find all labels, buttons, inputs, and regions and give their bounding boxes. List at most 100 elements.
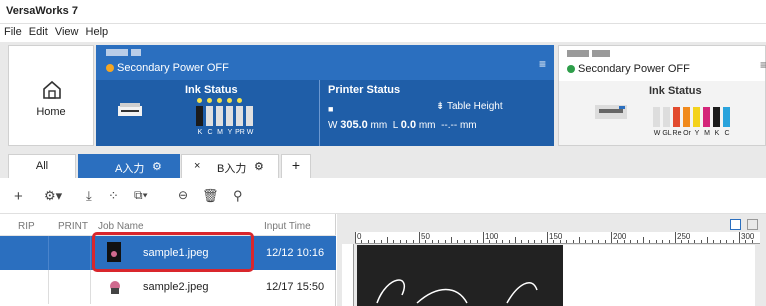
queue-settings-icon[interactable]: ⚙ <box>254 160 264 173</box>
job-settings-icon[interactable]: ⚙▾ <box>44 188 62 204</box>
ruler-tick <box>534 240 536 243</box>
printer-area: Home Secondary Power OFF ≡ Ink Status K … <box>0 42 766 147</box>
ruler-tick <box>451 237 452 243</box>
menu-help[interactable]: Help <box>86 26 109 38</box>
home-button[interactable]: Home <box>8 45 94 146</box>
table-height: ⇟ Table Height <box>436 101 503 112</box>
ruler-tick <box>521 240 523 243</box>
printer-status-title: Printer Status <box>328 84 401 96</box>
ruler-tick <box>719 240 721 243</box>
job-preview: 0 50 100 150 200 250 300 <box>337 214 766 306</box>
ink-label: M <box>704 130 710 137</box>
ruler-tick <box>515 237 516 243</box>
ink-label: GL <box>662 130 672 137</box>
layout-icon[interactable]: ⧉▾ <box>134 188 148 203</box>
ruler-tick <box>431 240 433 243</box>
printer-card-1[interactable]: Secondary Power OFF ≡ Ink Status K C M Y… <box>96 45 554 146</box>
vertical-ruler <box>342 244 354 306</box>
ruler-tick <box>636 240 638 243</box>
menu-bar: File Edit View Help <box>0 24 766 42</box>
job-toolbar: + ⚙▾ ⤓ ⁘ ⧉▾ ⊖ 🗑 ⚲ <box>0 178 766 214</box>
ruler-tick <box>732 240 734 243</box>
printer-model-redacted <box>592 50 610 57</box>
tab-a-input[interactable]: A入力 ⚙ <box>78 154 180 178</box>
ruler-tick <box>367 240 369 243</box>
ruler-tick <box>438 240 440 243</box>
job-list: RIP PRINT Job Name Input Time sample1.jp… <box>0 214 336 306</box>
rip-icon[interactable]: ⁘ <box>108 188 119 204</box>
ruler-tick <box>707 237 708 243</box>
ink-label: PR <box>235 129 245 136</box>
col-print[interactable]: PRINT <box>58 221 88 232</box>
ruler-tick <box>502 240 504 243</box>
menu-edit[interactable]: Edit <box>29 26 48 38</box>
add-queue-button[interactable]: + <box>281 154 311 178</box>
divider <box>319 80 320 146</box>
ruler-tick <box>387 237 388 243</box>
view-single-icon <box>729 219 741 230</box>
ruler-tick <box>547 232 548 243</box>
col-input-time[interactable]: Input Time <box>264 221 311 232</box>
ruler-tick <box>713 240 715 243</box>
home-icon <box>43 80 61 99</box>
media-icon: ■ <box>328 104 334 114</box>
table-height-icon: ⇟ <box>436 101 445 112</box>
view-toggle[interactable] <box>727 219 758 233</box>
ink-label: K <box>197 129 203 136</box>
table-row[interactable]: sample2.jpeg 12/17 15:50 <box>0 270 336 304</box>
queue-settings-icon[interactable]: ⚙ <box>152 160 162 173</box>
printer-menu-icon[interactable]: ≡ <box>760 58 766 72</box>
ink-label: Re <box>672 130 682 137</box>
search-icon[interactable]: ⚲ <box>233 188 243 204</box>
printer-menu-icon[interactable]: ≡ <box>539 57 546 71</box>
ruler-tick <box>739 232 740 243</box>
ruler-tick <box>406 240 408 243</box>
media-area <box>563 245 755 306</box>
print-preview-image <box>357 245 563 306</box>
printer-name-redacted <box>567 50 589 57</box>
menu-view[interactable]: View <box>55 26 79 38</box>
download-icon[interactable]: ⤓ <box>86 188 92 204</box>
tab-b-input[interactable]: × B入力 ⚙ <box>181 154 279 178</box>
ruler-tick <box>419 232 420 243</box>
ruler-tick <box>374 240 376 243</box>
power-ok-icon <box>567 65 575 73</box>
printer-name-redacted <box>106 49 128 56</box>
ruler-tick <box>649 240 651 243</box>
ruler-label: 50 <box>421 232 430 241</box>
ink-label: W <box>653 130 661 137</box>
ruler-tick <box>630 240 632 243</box>
menu-file[interactable]: File <box>4 26 22 38</box>
ink-label: C <box>207 129 213 136</box>
ruler-tick <box>591 240 593 243</box>
add-job-icon[interactable]: + <box>14 188 23 205</box>
ruler-tick <box>598 240 600 243</box>
ruler-tick <box>540 240 542 243</box>
ruler-tick <box>579 237 580 243</box>
queue-tab-bar: All A入力 ⚙ × B入力 ⚙ + <box>0 147 766 178</box>
ruler-tick <box>393 240 395 243</box>
power-warning-icon <box>106 64 114 72</box>
ruler-label: 250 <box>677 232 691 241</box>
stop-icon[interactable]: ⊖ <box>178 188 188 202</box>
ruler-label: 300 <box>741 232 755 241</box>
tab-all[interactable]: All <box>8 154 76 178</box>
ink-label: W <box>246 129 254 136</box>
close-tab-icon[interactable]: × <box>194 160 200 172</box>
ruler-tick <box>399 240 401 243</box>
ink-label: Or <box>683 130 691 137</box>
ruler-tick <box>726 240 728 243</box>
job-thumbnail <box>107 276 123 296</box>
col-job-name[interactable]: Job Name <box>98 221 144 232</box>
ruler-tick <box>643 237 644 243</box>
printer-card-2[interactable]: Secondary Power OFF ≡ Ink Status W GL Re… <box>558 45 766 146</box>
ruler-tick <box>527 240 529 243</box>
ruler-tick <box>566 240 568 243</box>
col-rip[interactable]: RIP <box>18 221 35 232</box>
media-dimensions: W 305.0 mm L 0.0 mm --.-- mm <box>328 119 477 131</box>
ruler-tick <box>457 240 459 243</box>
ruler-tick <box>585 240 587 243</box>
ruler-tick <box>444 240 446 243</box>
delete-icon[interactable]: 🗑 <box>202 188 219 204</box>
job-time: 12/17 15:50 <box>266 281 325 293</box>
